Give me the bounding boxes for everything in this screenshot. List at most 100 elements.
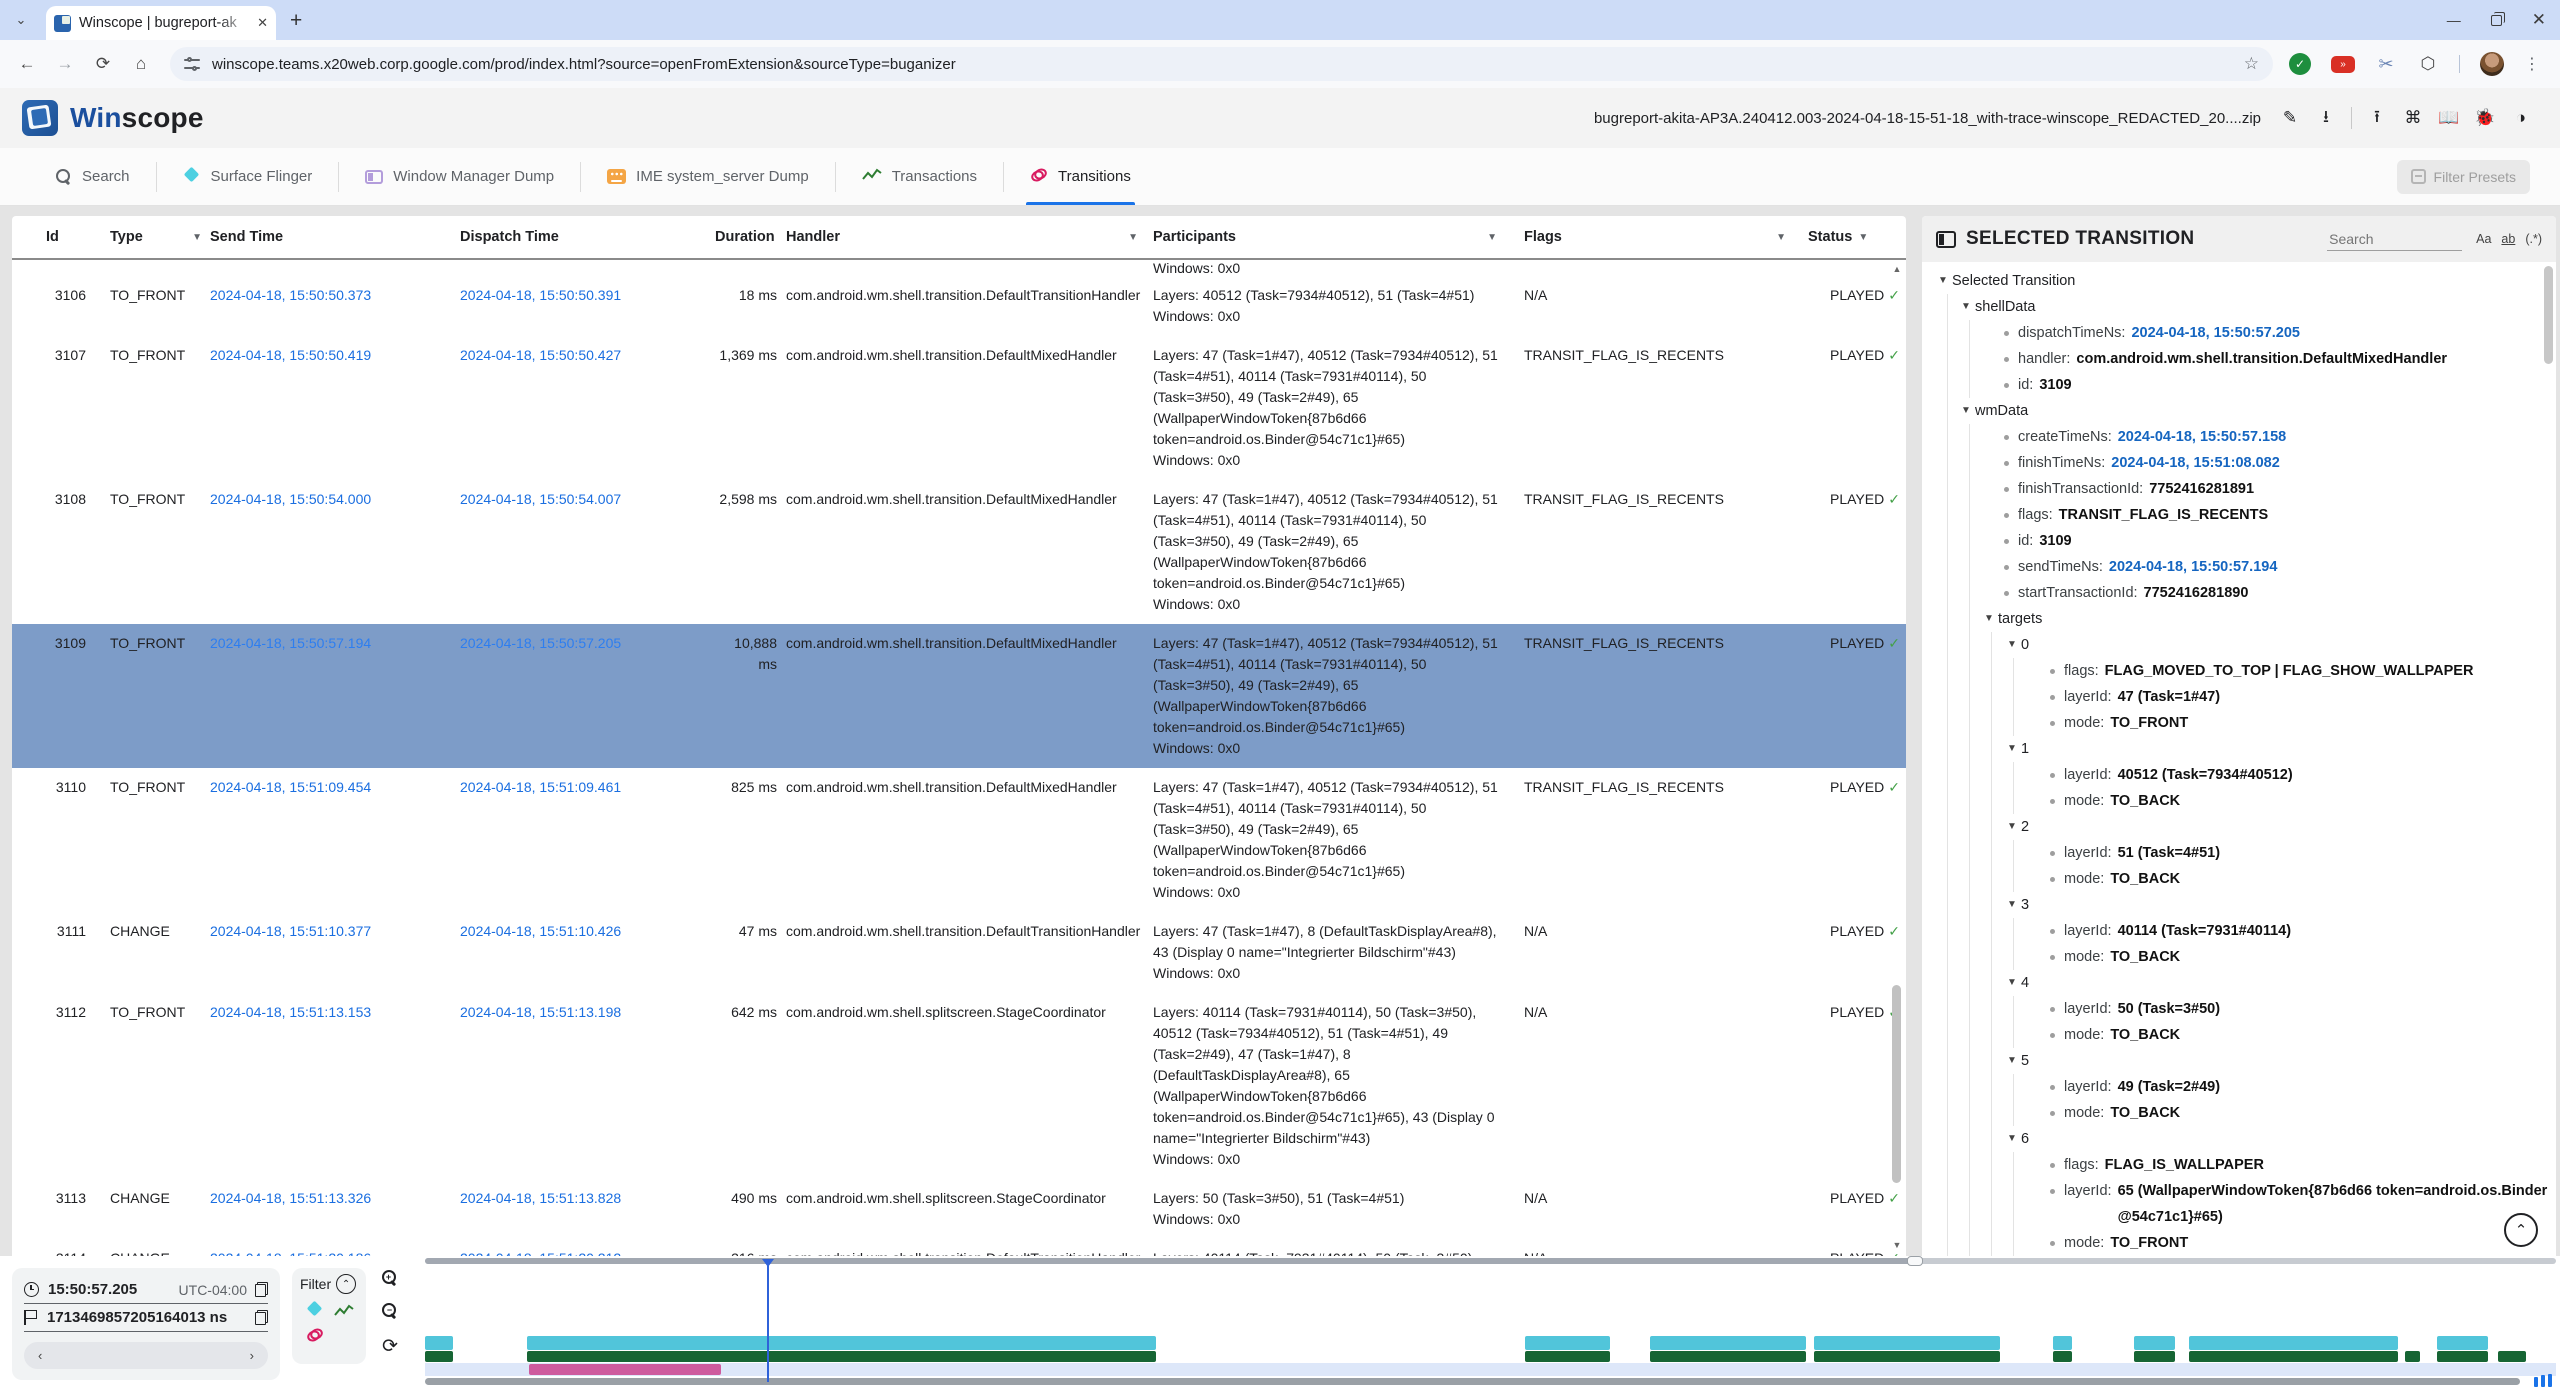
tree-node-3[interactable]: ▼3 <box>1922 892 2556 918</box>
site-settings-icon[interactable] <box>184 58 200 70</box>
trace-segment[interactable] <box>2189 1336 2398 1350</box>
collapse-panel-button[interactable]: ⌃ <box>2492 1204 2550 1256</box>
cell-send-time[interactable]: 2024-04-18, 15:51:10.377 <box>210 921 460 984</box>
trace-segment[interactable] <box>425 1336 453 1350</box>
browser-menu-icon[interactable]: ⋮ <box>2524 54 2540 74</box>
window-close-button[interactable]: ✕ <box>2532 10 2546 30</box>
cell-send-time[interactable]: 2024-04-18, 15:51:20.186 <box>210 1248 460 1256</box>
trace-segment[interactable] <box>527 1351 1156 1362</box>
cell-send-time[interactable]: 2024-04-18, 15:51:09.454 <box>210 777 460 903</box>
trace-segment[interactable] <box>2405 1351 2420 1362</box>
current-time-ns[interactable]: 1713469857205164013 ns <box>47 1309 227 1326</box>
trace-segment[interactable] <box>527 1336 1156 1350</box>
trace-segment[interactable] <box>1650 1336 1806 1350</box>
chevron-down-icon[interactable]: ▼ <box>2007 632 2021 658</box>
timeline-scrollbar[interactable] <box>425 1378 2520 1385</box>
transitions-filter-icon[interactable] <box>306 1326 324 1344</box>
tab-transitions[interactable]: Transitions <box>1004 148 1157 205</box>
trace-segment[interactable] <box>1650 1351 1806 1362</box>
table-row-3109[interactable]: 3109TO_FRONT2024-04-18, 15:50:57.1942024… <box>12 624 1906 768</box>
scrollbar-thumb[interactable] <box>2544 266 2553 364</box>
tab-ime-system-server-dump[interactable]: IME system_server Dump <box>581 148 835 205</box>
trace-segment[interactable] <box>2134 1351 2174 1362</box>
table-scrollbar[interactable]: ▲ ▼ <box>1890 262 1904 1252</box>
cell-dispatch-time[interactable]: 2024-04-18, 15:50:50.427 <box>460 345 715 471</box>
timeline-cursor[interactable] <box>767 1260 769 1382</box>
download-icon[interactable]: ⭳ <box>2309 101 2343 135</box>
new-tab-button[interactable]: + <box>290 10 302 31</box>
transactions-filter-icon[interactable] <box>334 1304 354 1318</box>
table-row-3112[interactable]: 3112TO_FRONT2024-04-18, 15:51:13.1532024… <box>12 993 1906 1179</box>
chevron-down-icon[interactable]: ▼ <box>2007 814 2021 840</box>
upload-icon[interactable]: ⭱ <box>2360 101 2394 135</box>
chevron-down-icon[interactable]: ▼ <box>2007 1126 2021 1152</box>
column-header-type[interactable]: Type▼ <box>98 229 210 245</box>
cell-send-time[interactable]: 2024-04-18, 15:50:50.419 <box>210 345 460 471</box>
table-row-3107[interactable]: 3107TO_FRONT2024-04-18, 15:50:50.4192024… <box>12 336 1906 480</box>
scroll-down-icon[interactable]: ▼ <box>1890 1238 1904 1252</box>
trace-segment[interactable] <box>529 1364 721 1375</box>
chevron-down-icon[interactable]: ▼ <box>1961 398 1975 424</box>
bookmark-star-icon[interactable]: ☆ <box>2244 54 2259 74</box>
zoom-reset-icon[interactable]: ⟳ <box>382 1336 404 1358</box>
profile-avatar[interactable] <box>2480 52 2504 76</box>
window-restore-button[interactable] <box>2491 15 2502 26</box>
trace-segment[interactable] <box>1814 1351 1999 1362</box>
table-row-3114[interactable]: 3114CHANGE2024-04-18, 15:51:20.1862024-0… <box>12 1239 1906 1256</box>
chevron-down-icon[interactable]: ▼ <box>2007 1048 2021 1074</box>
copy-icon[interactable] <box>255 1282 268 1297</box>
documentation-icon[interactable]: 📖 <box>2432 101 2466 135</box>
window-minimize-button[interactable]: — <box>2447 12 2461 28</box>
tree-node-shelldata[interactable]: ▼shellData <box>1922 294 2556 320</box>
forward-button[interactable]: → <box>48 47 82 81</box>
filter-icon[interactable]: ▼ <box>1776 232 1794 243</box>
filter-icon[interactable]: ▼ <box>192 232 210 243</box>
column-header-participants[interactable]: Participants▼ <box>1153 229 1505 245</box>
next-entry-icon[interactable]: › <box>250 1348 254 1363</box>
properties-search-input[interactable]: Search <box>2327 228 2462 251</box>
tree-node-wmdata[interactable]: ▼wmData <box>1922 398 2556 424</box>
regex-button[interactable]: (.*) <box>2525 232 2542 246</box>
browser-tab[interactable]: Winscope | bugreport-ak ✕ <box>46 6 276 40</box>
filter-icon[interactable]: ▼ <box>1128 232 1146 243</box>
zoom-in-icon[interactable]: + <box>382 1270 404 1292</box>
trace-segment[interactable] <box>425 1351 453 1362</box>
cell-dispatch-time[interactable]: 2024-04-18, 15:51:09.461 <box>460 777 715 903</box>
timeline-canvas[interactable] <box>425 1256 2560 1390</box>
address-bar[interactable]: winscope.teams.x20web.corp.google.com/pr… <box>170 47 2273 81</box>
cell-dispatch-time[interactable]: 2024-04-18, 15:50:57.205 <box>460 633 715 759</box>
edit-icon[interactable]: ✎ <box>2273 101 2307 135</box>
scrollbar-thumb[interactable] <box>1892 985 1901 1183</box>
zoom-out-icon[interactable]: − <box>382 1303 404 1325</box>
chevron-up-icon[interactable]: ⌃ <box>2504 1213 2538 1247</box>
cell-send-time[interactable]: 2024-04-18, 15:50:54.000 <box>210 489 460 615</box>
shortcuts-icon[interactable]: ⌘ <box>2396 101 2430 135</box>
trace-segment[interactable] <box>2498 1351 2526 1362</box>
chevron-down-icon[interactable]: ▼ <box>1961 294 1975 320</box>
table-row-3113[interactable]: 3113CHANGE2024-04-18, 15:51:13.3262024-0… <box>12 1179 1906 1239</box>
column-header-status[interactable]: Status▼ <box>1808 229 1904 245</box>
previous-entry-icon[interactable]: ‹ <box>38 1348 42 1363</box>
filter-presets-button[interactable]: Filter Presets <box>2397 160 2530 194</box>
tab-transactions[interactable]: Transactions <box>836 148 1003 205</box>
dark-mode-icon[interactable]: ◑ <box>2504 101 2538 135</box>
tree-node-6[interactable]: ▼6 <box>1922 1126 2556 1152</box>
copy-icon[interactable] <box>255 1310 268 1325</box>
tree-node-0[interactable]: ▼0 <box>1922 632 2556 658</box>
surfaceflinger-filter-icon[interactable] <box>306 1302 324 1320</box>
trace-segment[interactable] <box>2053 1351 2072 1362</box>
slider-handle[interactable] <box>1907 1256 1923 1266</box>
extension-media-icon[interactable]: » <box>2331 56 2355 73</box>
table-row-3108[interactable]: 3108TO_FRONT2024-04-18, 15:50:54.0002024… <box>12 480 1906 624</box>
tree-node-2[interactable]: ▼2 <box>1922 814 2556 840</box>
cell-send-time[interactable]: 2024-04-18, 15:51:13.326 <box>210 1188 460 1230</box>
trace-segment[interactable] <box>1525 1336 1610 1350</box>
table-row-3111[interactable]: 3111CHANGE2024-04-18, 15:51:10.3772024-0… <box>12 912 1906 993</box>
tree-node-5[interactable]: ▼5 <box>1922 1048 2556 1074</box>
surfaceflinger-track[interactable] <box>425 1336 2556 1350</box>
scroll-up-icon[interactable]: ▲ <box>1890 262 1904 276</box>
cell-dispatch-time[interactable]: 2024-04-18, 15:51:20.212 <box>460 1248 715 1256</box>
column-header-handler[interactable]: Handler▼ <box>786 229 1146 245</box>
chevron-down-icon[interactable]: ▼ <box>2007 970 2021 996</box>
report-bug-icon[interactable]: 🐞 <box>2468 101 2502 135</box>
